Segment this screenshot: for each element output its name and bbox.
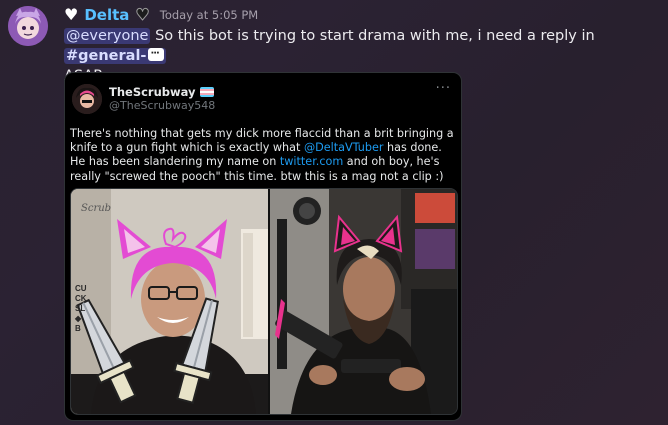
channel-mention[interactable]: #general-	[64, 44, 167, 64]
tweet-user-mention[interactable]: @DeltaVTuber	[304, 141, 384, 154]
everyone-mention[interactable]: @everyone	[64, 28, 151, 44]
message-timestamp[interactable]: Today at 5:05 PM	[160, 8, 258, 22]
tweet-media-image[interactable]: CU CK SL ◆ B Scrub	[70, 188, 458, 415]
tweet-text: There's nothing that gets my dick more f…	[70, 127, 455, 184]
more-options-icon[interactable]: ···	[436, 81, 451, 96]
tweet-link[interactable]: twitter.com	[280, 155, 343, 168]
svg-text:SL: SL	[75, 304, 85, 313]
username[interactable]: Delta	[84, 6, 129, 24]
tweet-display-name: TheScrubway	[109, 85, 196, 99]
svg-text:◆: ◆	[74, 314, 82, 323]
signature-text: Scrub	[81, 203, 111, 214]
tweet-author-avatar[interactable]	[72, 84, 102, 114]
channel-name: #general-	[66, 48, 147, 64]
tweet-author-name[interactable]: TheScrubway	[109, 85, 214, 99]
white-heart-icon: ♥	[64, 5, 79, 24]
svg-text:B: B	[75, 324, 81, 333]
user-avatar[interactable]	[8, 6, 48, 46]
svg-text:CU: CU	[75, 284, 87, 293]
black-heart-icon: ♥	[135, 5, 150, 24]
trans-flag-icon	[199, 87, 214, 97]
message-text: So this bot is trying to start drama wit…	[155, 28, 595, 44]
tweet-author-handle[interactable]: @TheScrubway548	[109, 99, 215, 112]
svg-text:CK: CK	[75, 294, 87, 303]
speech-bubble-icon	[148, 44, 165, 64]
message-header: ♥ Delta ♥ Today at 5:05 PM	[64, 5, 258, 25]
tweet-embed[interactable]: TheScrubway @TheScrubway548 ··· There's …	[64, 72, 462, 421]
